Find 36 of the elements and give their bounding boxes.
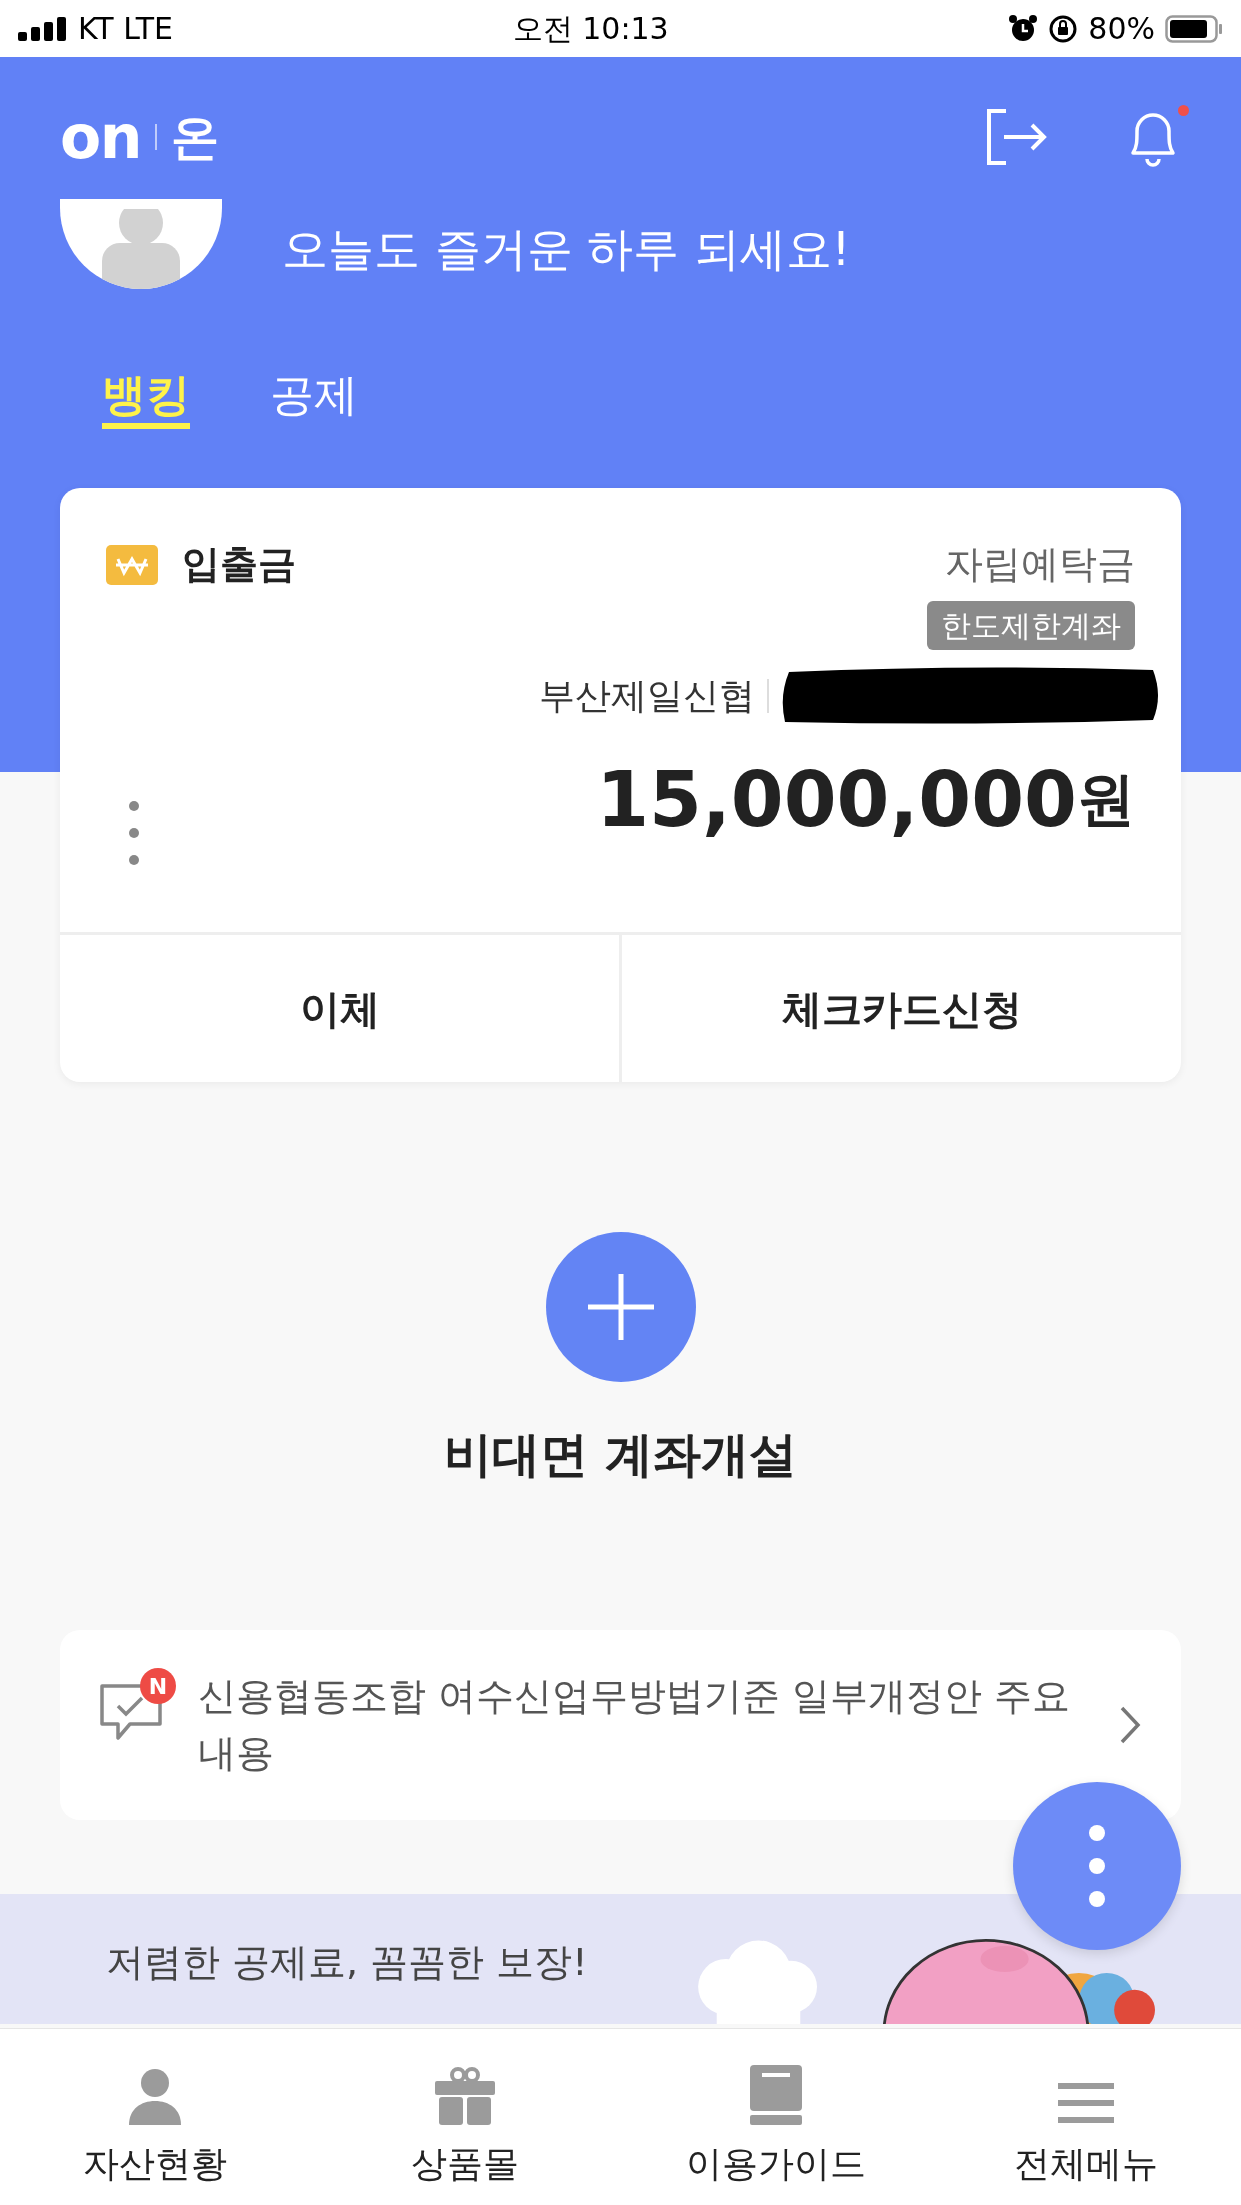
signal-icon (18, 16, 68, 41)
bottom-nav-item[interactable]: 전체메뉴 (930, 2029, 1241, 2205)
bottom-nav-item[interactable]: 상품몰 (310, 2029, 621, 2205)
promo-banner[interactable]: 저렴한 공제료, 꼼꼼한 보장! (0, 1894, 1241, 2024)
rotation-lock-icon (1048, 13, 1079, 44)
bank-name: 부산제일신협 (539, 674, 755, 718)
notice-text: 신용협동조합 여수신업무방법기준 일부개정안 주요내용 (198, 1673, 1072, 1777)
bottom-nav-item[interactable]: 자산현황 (0, 2029, 311, 2205)
brand-name: 온 (170, 108, 219, 167)
account-type: 입출금 (182, 541, 296, 588)
carrier-label: KT LTE (78, 10, 174, 48)
notice-card[interactable]: N 신용협동조합 여수신업무방법기준 일부개정안 주요내용 (60, 1630, 1181, 1820)
new-badge: N (140, 1668, 176, 1704)
product-name: 자립예탁금 (945, 541, 1135, 588)
vertical-dots-icon (128, 800, 140, 866)
open-account-label[interactable]: 비대면 계좌개설 (444, 1418, 797, 1490)
limit-badge: 한도제한계좌 (927, 601, 1135, 650)
battery-icon (1165, 14, 1223, 43)
alarm-icon (1008, 13, 1039, 44)
category-tab[interactable]: 공제 (270, 365, 358, 429)
vertical-dots-icon (1088, 1824, 1106, 1908)
battery-percent: 80% (1088, 10, 1155, 48)
book-icon (747, 2063, 804, 2127)
won-icon (106, 544, 158, 585)
app-logo: on (60, 107, 141, 167)
chevron-right-icon (1119, 1705, 1141, 1745)
bottom-nav-item[interactable]: 이용가이드 (620, 2029, 931, 2205)
status-time: 오전 10:13 (512, 10, 669, 48)
banner-text: 저렴한 공제료, 꼼꼼한 보장! (106, 1939, 588, 1986)
greeting-text: 오늘도 즐거운 하루 되세요! (282, 220, 851, 278)
card-action-button[interactable]: 체크카드신청 (619, 935, 1181, 1082)
logout-icon (986, 109, 1048, 165)
currency-label: 원 (1077, 770, 1135, 828)
balance-amount: 15,000,000 (596, 762, 1077, 838)
card-action-button[interactable]: 이체 (60, 935, 619, 1082)
plus-icon (587, 1274, 654, 1340)
